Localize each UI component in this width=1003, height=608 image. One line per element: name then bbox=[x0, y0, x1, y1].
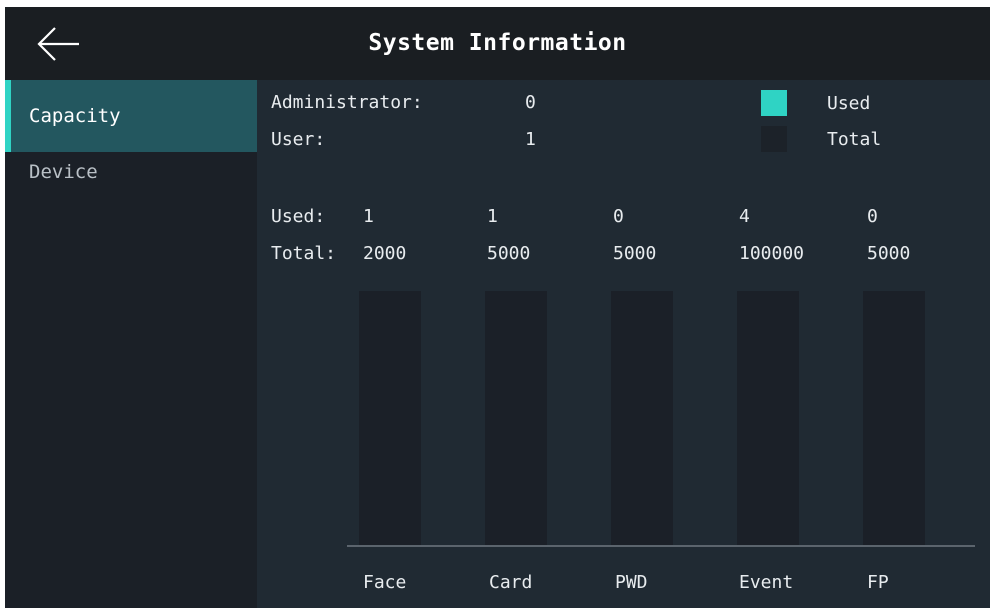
total-value-fp: 5000 bbox=[867, 243, 911, 264]
used-value-card: 1 bbox=[487, 206, 498, 227]
app-screen: System Information Capacity Device Admin… bbox=[5, 7, 990, 608]
used-value-face: 1 bbox=[363, 206, 374, 227]
total-value-card: 5000 bbox=[487, 243, 531, 264]
used-value-pwd: 0 bbox=[613, 206, 624, 227]
total-value-face: 2000 bbox=[363, 243, 407, 264]
arrow-left-icon bbox=[37, 27, 79, 61]
used-value-event: 4 bbox=[739, 206, 750, 227]
total-value-event: 100000 bbox=[739, 243, 805, 264]
administrator-label: Administrator: bbox=[271, 92, 423, 113]
sidebar: Capacity Device bbox=[5, 80, 257, 608]
sidebar-item-device[interactable]: Device bbox=[5, 152, 257, 212]
total-value-pwd: 5000 bbox=[613, 243, 657, 264]
category-label-card: Card bbox=[489, 572, 533, 593]
category-label-pwd: PWD bbox=[615, 572, 648, 593]
legend-used-swatch bbox=[761, 90, 787, 116]
total-row-label: Total: bbox=[271, 243, 337, 264]
bar-total-fp bbox=[863, 291, 925, 545]
bar-total-card bbox=[485, 291, 547, 545]
administrator-value: 0 bbox=[525, 92, 536, 113]
bar-total-pwd bbox=[611, 291, 673, 545]
back-button[interactable] bbox=[29, 23, 85, 65]
capacity-panel: Administrator: 0 User: 1 Used Total Used… bbox=[257, 80, 990, 608]
used-row-label: Used: bbox=[271, 206, 326, 227]
page-title: System Information bbox=[368, 30, 627, 56]
bar-total-event bbox=[737, 291, 799, 545]
legend-used-label: Used bbox=[827, 93, 871, 114]
sidebar-item-capacity[interactable]: Capacity bbox=[5, 80, 257, 152]
legend-total-swatch bbox=[761, 126, 787, 152]
user-value: 1 bbox=[525, 129, 536, 150]
user-label: User: bbox=[271, 129, 326, 150]
used-value-fp: 0 bbox=[867, 206, 878, 227]
header-bar: System Information bbox=[5, 7, 990, 80]
legend-total-label: Total bbox=[827, 129, 882, 150]
category-label-event: Event bbox=[739, 572, 794, 593]
category-label-fp: FP bbox=[867, 572, 889, 593]
bar-total-face bbox=[359, 291, 421, 545]
category-label-face: Face bbox=[363, 572, 407, 593]
chart-baseline bbox=[347, 545, 975, 547]
